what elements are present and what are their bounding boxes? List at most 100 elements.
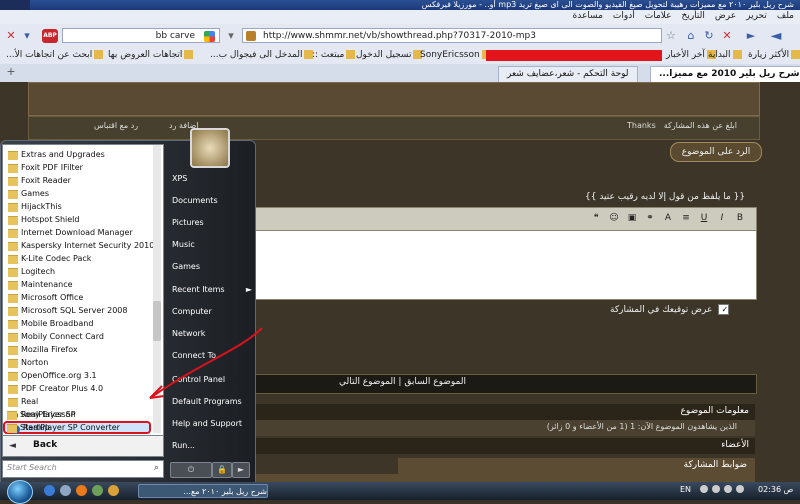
search-input[interactable]: bb carve — [62, 28, 220, 43]
start-pictures[interactable]: Pictures — [166, 214, 254, 232]
menu-edit[interactable]: تحرير — [746, 11, 767, 21]
start-games[interactable]: Games — [166, 258, 254, 276]
thanks-button[interactable]: Thanks — [627, 121, 656, 130]
program-folder[interactable]: OpenOffice.org 3.1 — [3, 370, 151, 382]
program-folder[interactable]: HijackThis — [3, 201, 151, 213]
underline-button[interactable]: U — [698, 212, 710, 224]
bookmark-8[interactable]: اتجاهات العروض بها — [108, 50, 194, 60]
program-folder[interactable]: Extras and Upgrades — [3, 149, 151, 161]
program-folder[interactable]: Foxit Reader — [3, 175, 151, 187]
font-color-button[interactable]: A — [662, 212, 674, 224]
italic-button[interactable]: I — [716, 212, 728, 224]
adblock-button[interactable]: ABP — [42, 29, 58, 43]
menu-help[interactable]: مساعدة — [573, 11, 603, 21]
menu-view[interactable]: عرض — [715, 11, 736, 21]
ie-icon[interactable] — [44, 485, 55, 496]
start-connect-to[interactable]: Connect To — [166, 347, 254, 365]
bookmark-1[interactable]: الأكثر زيارة — [748, 50, 800, 60]
start-music[interactable]: Music — [166, 236, 254, 254]
menu-tools[interactable]: أدوات — [613, 11, 635, 21]
program-folder[interactable]: Maintenance — [3, 279, 151, 291]
forward-icon[interactable]: ► — [744, 29, 758, 43]
user-avatar[interactable] — [190, 128, 230, 168]
start-computer[interactable]: Computer — [166, 303, 254, 321]
firefox-icon[interactable] — [76, 485, 87, 496]
start-run[interactable]: Run... — [166, 437, 254, 455]
quote-icon[interactable]: ❝ — [590, 212, 602, 224]
window-controls[interactable] — [0, 0, 30, 10]
program-folder[interactable]: Mobile Broadband — [3, 318, 151, 330]
bookmark-2[interactable]: البداية — [708, 50, 742, 60]
search-dropdown-icon[interactable]: ▾ — [224, 29, 238, 43]
start-default-programs[interactable]: Default Programs — [166, 393, 254, 411]
program-folder[interactable]: Foxit PDF IFilter — [3, 162, 151, 174]
start-recent-items[interactable]: Recent Items ► — [166, 281, 254, 299]
tab-control-panel[interactable]: لوحة التحكم - شعر،عضايف شعر — [498, 66, 638, 82]
program-folder[interactable]: Startup — [2, 422, 150, 434]
tray-icon[interactable] — [712, 485, 720, 493]
programs-scrollbar-thumb[interactable] — [153, 301, 161, 341]
lock-button[interactable]: 🔒 — [212, 462, 232, 478]
power-button[interactable]: ⏻ — [170, 462, 212, 478]
system-clock[interactable]: ص 02:36 — [758, 485, 793, 494]
link-icon[interactable]: ⚭ — [644, 212, 656, 224]
signature-checkbox[interactable]: ✓ — [718, 304, 730, 315]
program-folder[interactable]: Logitech — [3, 266, 151, 278]
back-button[interactable]: ◄ Back — [2, 435, 164, 457]
reload-icon[interactable]: ↻ — [702, 29, 716, 43]
home-icon[interactable]: ⌂ — [684, 29, 698, 43]
new-tab-icon[interactable]: + — [4, 65, 18, 79]
report-post-link[interactable]: ابلغ عن هذه المشاركة — [664, 121, 737, 130]
menu-file[interactable]: ملف — [777, 11, 794, 21]
show-signature-option[interactable]: ✓ عرض توقيعك في المشاركة — [610, 304, 730, 315]
program-folder[interactable]: Sony Ericsson — [2, 409, 150, 421]
start-network[interactable]: Network — [166, 325, 254, 343]
address-bar[interactable]: http://www.shmmr.net/vb/showthread.php?7… — [242, 28, 662, 43]
bookmark-star-icon[interactable]: ☆ — [664, 29, 678, 43]
program-folder[interactable]: Games — [3, 188, 151, 200]
bookmark-9[interactable]: ابحث عن اتجاهات الأ... — [6, 50, 104, 60]
shutdown-options-button[interactable]: ► — [232, 462, 250, 478]
bookmark-5[interactable]: تسجيل الدخول — [356, 50, 423, 60]
program-folder[interactable]: Mobily Connect Card — [3, 331, 151, 343]
bookmark-4[interactable]: SonyEricsson — [420, 50, 491, 60]
program-folder-real[interactable]: Real — [3, 396, 151, 408]
program-folder[interactable]: Hotspot Shield — [3, 214, 151, 226]
program-folder[interactable]: Mozilla Firefox — [3, 344, 151, 356]
bookmark-7[interactable]: المدخل الى فيجوال ب... — [210, 50, 314, 60]
program-folder[interactable]: Norton — [3, 357, 151, 369]
program-folder[interactable]: Microsoft Office — [3, 292, 151, 304]
bookmark-6[interactable]: مبتعث :: — [312, 50, 356, 60]
stop-icon[interactable]: ✕ — [720, 29, 734, 43]
language-indicator[interactable]: EN — [680, 485, 691, 494]
program-folder[interactable]: PDF Creator Plus 4.0 — [3, 383, 151, 395]
program-folder[interactable]: Kaspersky Internet Security 2010 — [3, 240, 154, 252]
start-control-panel[interactable]: Control Panel — [166, 371, 254, 389]
quicklaunch-icon[interactable] — [108, 485, 119, 496]
program-folder[interactable]: K-Lite Codec Pack — [3, 253, 151, 265]
back-icon[interactable]: ◄ — [766, 29, 786, 43]
dropdown-icon[interactable]: ▾ — [20, 29, 34, 43]
start-button[interactable] — [7, 480, 33, 504]
menu-bookmarks[interactable]: علامات — [645, 11, 672, 21]
quicklaunch-icon[interactable] — [92, 485, 103, 496]
start-documents[interactable]: Documents — [166, 192, 254, 210]
programs-scrollbar[interactable] — [153, 145, 161, 433]
taskbar-firefox-window[interactable]: شرح ريل بلير ٢٠١٠ مع... — [138, 484, 268, 498]
show-desktop-icon[interactable] — [60, 485, 71, 496]
program-folder[interactable]: Microsoft SQL Server 2008 — [3, 305, 151, 317]
align-button[interactable]: ≡ — [680, 212, 692, 224]
tray-icon[interactable] — [724, 485, 732, 493]
message-editor[interactable] — [250, 230, 757, 300]
tab-active-thread[interactable]: شرح ريل بلير 2010 مع مميزا... — [650, 66, 800, 82]
bold-button[interactable]: B — [734, 212, 746, 224]
reply-with-quote-link[interactable]: رد مع اقتباس — [94, 121, 138, 130]
tray-icon[interactable] — [700, 485, 708, 493]
volume-icon[interactable] — [736, 485, 744, 493]
smiley-icon[interactable]: ☺ — [608, 212, 620, 224]
menu-history[interactable]: التأريخ — [682, 11, 705, 21]
start-help-support[interactable]: Help and Support — [166, 415, 254, 433]
start-search-input[interactable]: Start Search ⌕ — [2, 460, 164, 478]
image-icon[interactable]: ▣ — [626, 212, 638, 224]
program-folder[interactable]: Internet Download Manager — [3, 227, 151, 239]
